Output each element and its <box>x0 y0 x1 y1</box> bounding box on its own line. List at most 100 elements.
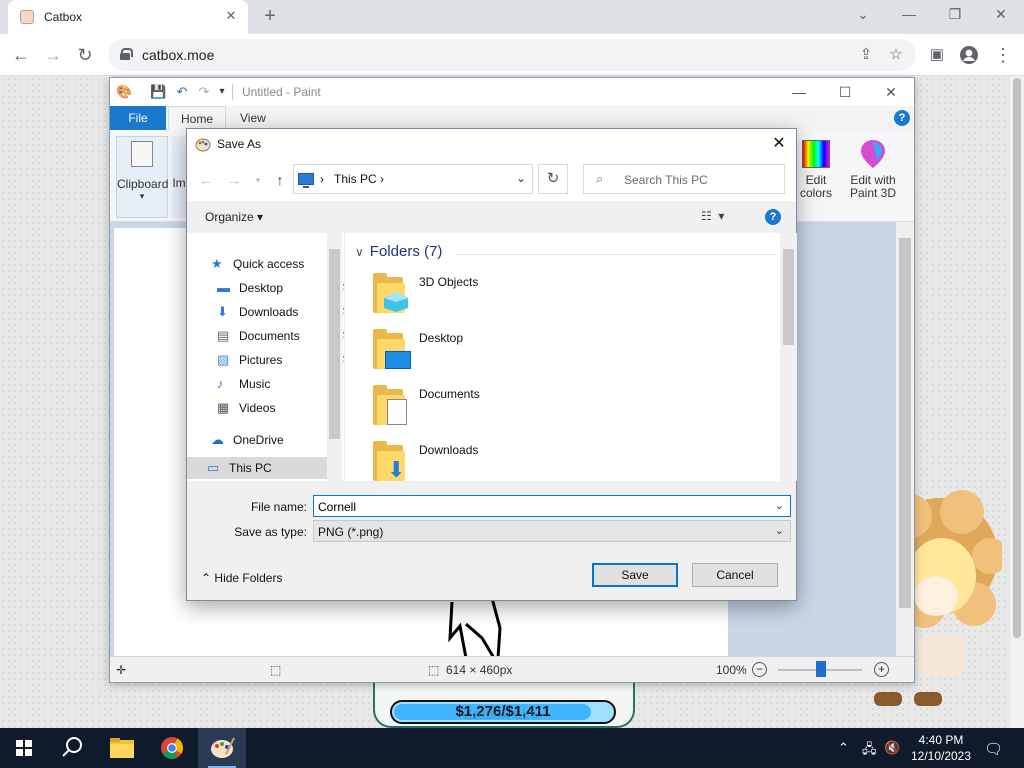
bookmark-star-icon[interactable]: ☆ <box>886 45 906 65</box>
side-panel-icon[interactable]: ▣ <box>924 42 950 68</box>
breadcrumb-this-pc[interactable]: This PC <box>334 172 377 186</box>
page-scrollbar-thumb[interactable] <box>1013 78 1021 638</box>
dialog-title: Save As <box>217 137 262 151</box>
paint-maximize-button[interactable]: ☐ <box>822 80 868 104</box>
folders-group-header[interactable]: Folders (7) <box>355 243 443 260</box>
paint-vertical-scrollbar[interactable] <box>896 222 914 656</box>
start-button[interactable] <box>0 728 48 768</box>
canvas-size-icon: ⬚ <box>428 663 440 677</box>
change-view-button[interactable]: ☷ ▾ <box>701 209 724 223</box>
back-arrow-icon[interactable]: ← <box>8 42 34 68</box>
file-list-scroll-thumb[interactable] <box>783 249 794 345</box>
folder-label: Desktop <box>419 331 464 345</box>
nav-scroll-thumb[interactable] <box>329 249 340 439</box>
paint-close-button[interactable]: ✕ <box>868 80 914 104</box>
organize-button[interactable]: Organize ▾ <box>205 210 263 224</box>
undo-icon[interactable]: ↶ <box>174 84 190 100</box>
save-quick-icon[interactable]: 💾 <box>150 84 166 100</box>
hide-folders-label: Hide Folders <box>214 571 283 585</box>
notifications-icon[interactable]: 🗨 <box>984 740 1003 758</box>
cloud-icon: ☁ <box>211 432 224 447</box>
forward-arrow-icon[interactable]: → <box>40 42 66 68</box>
file-name-input[interactable] <box>318 499 758 515</box>
save-button[interactable]: Save <box>592 563 678 587</box>
nav-item-label: Quick access <box>233 257 305 271</box>
tab-view[interactable]: View <box>228 106 278 130</box>
folder-item[interactable]: Desktop <box>373 329 653 379</box>
recent-locations-icon[interactable]: ▾ <box>249 171 267 189</box>
up-arrow-icon[interactable]: ↑ <box>271 171 289 189</box>
footer-ghost-text: Catbox LLC <box>462 706 542 723</box>
tab-file[interactable]: File <box>110 106 166 130</box>
taskbar-clock[interactable]: 4:40 PM 12/10/2023 <box>906 732 976 764</box>
network-icon[interactable]: 🖧 <box>862 740 877 762</box>
file-name-dropdown-icon[interactable]: ⌄ <box>775 499 784 512</box>
volume-muted-icon[interactable]: 🔇 <box>884 740 900 756</box>
image-group[interactable]: Im <box>172 136 186 218</box>
paint-taskbar-icon[interactable] <box>198 728 246 768</box>
profile-avatar-icon[interactable] <box>956 42 982 68</box>
paint-scroll-thumb[interactable] <box>899 238 911 608</box>
nav-item-this-pc[interactable]: ▭ This PC <box>187 457 327 479</box>
edit-colors-label-2: colors <box>799 186 832 200</box>
save-type-dropdown-icon[interactable]: ⌄ <box>775 524 784 537</box>
browser-tab-catbox[interactable]: Catbox ✕ <box>8 0 248 34</box>
location-bar[interactable]: › This PC › ⌄ <box>293 164 533 194</box>
folder-item[interactable]: Documents <box>373 385 653 435</box>
browser-tabstrip: Catbox ✕ + ⌄ — ❐ ✕ <box>0 0 1024 34</box>
lock-icon[interactable] <box>120 48 133 60</box>
page-scrollbar[interactable] <box>1010 76 1024 728</box>
address-url[interactable]: catbox.moe <box>142 47 214 63</box>
hide-folders-button[interactable]: ⌃ Hide Folders <box>201 571 282 585</box>
file-list-scrollbar[interactable] <box>780 233 797 481</box>
close-browser-button[interactable]: ✕ <box>978 0 1024 30</box>
nav-scrollbar[interactable] <box>327 233 342 481</box>
close-tab-icon[interactable]: ✕ <box>222 7 240 25</box>
zoom-slider-thumb[interactable] <box>816 661 826 677</box>
refresh-button[interactable]: ↻ <box>538 164 568 194</box>
share-icon[interactable]: ⇪ <box>856 45 876 65</box>
desktop-icon: ▬ <box>217 280 230 295</box>
reload-icon[interactable]: ↻ <box>72 42 98 68</box>
location-dropdown-icon[interactable]: ⌄ <box>516 171 526 185</box>
paint-app-icon[interactable]: 🎨 <box>116 84 132 100</box>
folder-item[interactable]: 3D Objects <box>373 273 653 323</box>
minimize-browser-button[interactable]: — <box>886 0 932 30</box>
save-as-dialog: Save As ✕ ← → ▾ ↑ › This PC › ⌄ ↻ ⌕ Sear… <box>186 128 797 601</box>
search-box[interactable]: ⌕ Search This PC <box>583 164 785 194</box>
edit-with-paint3d-button[interactable]: Edit with Paint 3D <box>846 136 900 200</box>
clipboard-group[interactable]: Clipboard ▾ <box>116 136 168 218</box>
new-tab-button[interactable]: + <box>258 5 282 29</box>
dialog-help-icon[interactable]: ? <box>765 209 781 225</box>
paint-help-icon[interactable]: ? <box>894 110 910 126</box>
tab-home[interactable]: Home <box>168 106 227 130</box>
file-name-field[interactable]: ⌄ <box>313 495 791 517</box>
browser-menu-icon[interactable]: ⋮ <box>990 42 1016 68</box>
dialog-close-button[interactable]: ✕ <box>762 129 796 159</box>
forward-arrow-icon[interactable]: → <box>225 171 243 189</box>
breadcrumb-separator-icon[interactable]: › <box>320 172 324 186</box>
back-arrow-icon[interactable]: ← <box>197 171 215 189</box>
breadcrumb-chevron-icon[interactable]: › <box>380 172 384 186</box>
zoom-out-button[interactable]: − <box>752 662 767 677</box>
search-placeholder[interactable]: Search This PC <box>624 173 708 187</box>
chrome-icon[interactable] <box>148 728 196 768</box>
address-bar[interactable]: catbox.moe ⇪ ☆ <box>108 39 916 71</box>
taskbar-search-icon[interactable] <box>48 728 96 768</box>
edit-colors-button[interactable]: Edit colors <box>796 136 836 200</box>
tab-search-chevron-icon[interactable]: ⌄ <box>840 0 886 30</box>
redo-icon[interactable]: ↷ <box>196 84 212 100</box>
browser-tab-title: Catbox <box>44 10 83 24</box>
paint-minimize-button[interactable]: — <box>776 80 822 104</box>
customize-quick-access-icon[interactable]: ▾ <box>214 84 230 100</box>
file-explorer-icon[interactable] <box>98 728 146 768</box>
save-type-select[interactable]: PNG (*.png) ⌄ <box>313 520 791 542</box>
zoom-in-button[interactable]: + <box>874 662 889 677</box>
folder-desktop-icon <box>373 329 411 369</box>
cancel-button[interactable]: Cancel <box>692 563 778 587</box>
restore-browser-button[interactable]: ❐ <box>932 0 978 30</box>
titlebar-separator <box>232 84 233 100</box>
show-hidden-icons-chevron-icon[interactable]: ⌃ <box>838 740 849 756</box>
paint-statusbar: ✛ ⬚ ⬚ 614 × 460px 100% − + <box>110 656 914 682</box>
paint-app-icon <box>195 136 211 152</box>
